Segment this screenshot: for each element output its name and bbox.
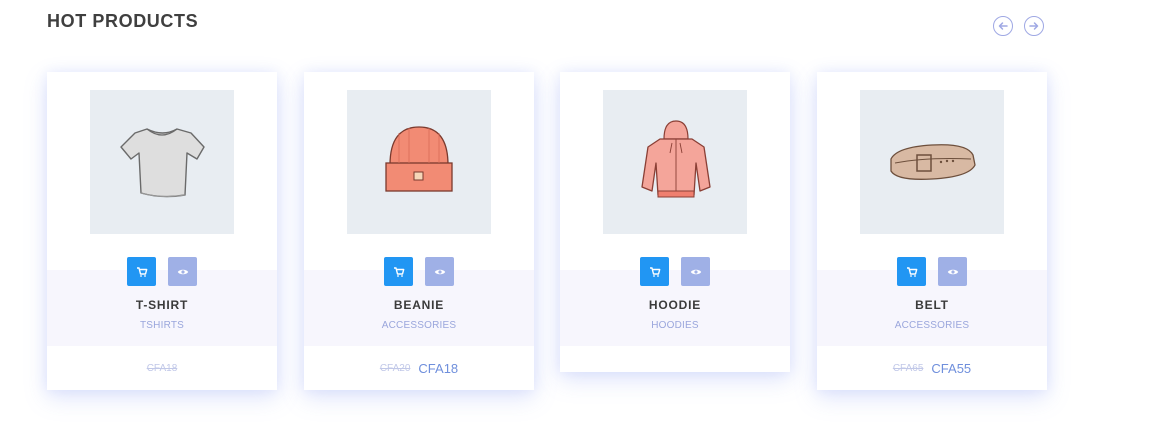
quick-view-button[interactable] [681, 257, 710, 286]
add-to-cart-button[interactable] [384, 257, 413, 286]
cart-icon [136, 266, 147, 277]
section-title: HOT PRODUCTS [47, 11, 199, 31]
cart-icon [906, 266, 917, 277]
belt-illustration [890, 144, 976, 180]
tshirt-illustration [120, 128, 205, 198]
old-price: CFA65 [892, 362, 924, 374]
product-image[interactable] [860, 90, 1004, 234]
add-to-cart-button[interactable] [897, 257, 926, 286]
hoodie-illustration [641, 120, 711, 198]
product-card[interactable]: BELT ACCESSORIES CFA65 CFA55 [817, 72, 1047, 390]
product-card[interactable]: T-SHIRT TSHIRTS CFA18 [47, 72, 277, 390]
product-category[interactable]: ACCESSORIES [817, 320, 1047, 331]
old-price: CFA18 [146, 362, 178, 374]
eye-icon [177, 269, 188, 274]
product-card[interactable]: BEANIE ACCESSORIES CFA20 CFA18 [304, 72, 534, 390]
arrow-left-icon [998, 22, 1008, 30]
price: CFA18 [418, 360, 459, 376]
product-name[interactable]: T-SHIRT [47, 298, 277, 312]
product-image[interactable] [603, 90, 747, 234]
quick-view-button[interactable] [425, 257, 454, 286]
cart-icon [649, 266, 660, 277]
product-image[interactable] [347, 90, 491, 234]
price: CFA55 [931, 360, 972, 376]
quick-view-button[interactable] [168, 257, 197, 286]
cart-icon [393, 266, 404, 277]
beanie-illustration [385, 126, 453, 192]
product-category[interactable]: ACCESSORIES [304, 320, 534, 331]
add-to-cart-button[interactable] [640, 257, 669, 286]
old-price: CFA20 [379, 362, 411, 374]
product-category[interactable]: HOODIES [560, 320, 790, 331]
eye-icon [690, 269, 701, 274]
carousel-prev-button[interactable] [993, 16, 1013, 36]
product-category[interactable]: TSHIRTS [47, 320, 277, 331]
product-name[interactable]: BEANIE [304, 298, 534, 312]
product-image[interactable] [90, 90, 234, 234]
product-name[interactable]: HOODIE [560, 298, 790, 312]
add-to-cart-button[interactable] [127, 257, 156, 286]
eye-icon [434, 269, 445, 274]
quick-view-button[interactable] [938, 257, 967, 286]
carousel-next-button[interactable] [1024, 16, 1044, 36]
product-card[interactable]: HOODIE HOODIES [560, 72, 790, 372]
eye-icon [947, 269, 958, 274]
arrow-right-icon [1029, 22, 1039, 30]
product-name[interactable]: BELT [817, 298, 1047, 312]
